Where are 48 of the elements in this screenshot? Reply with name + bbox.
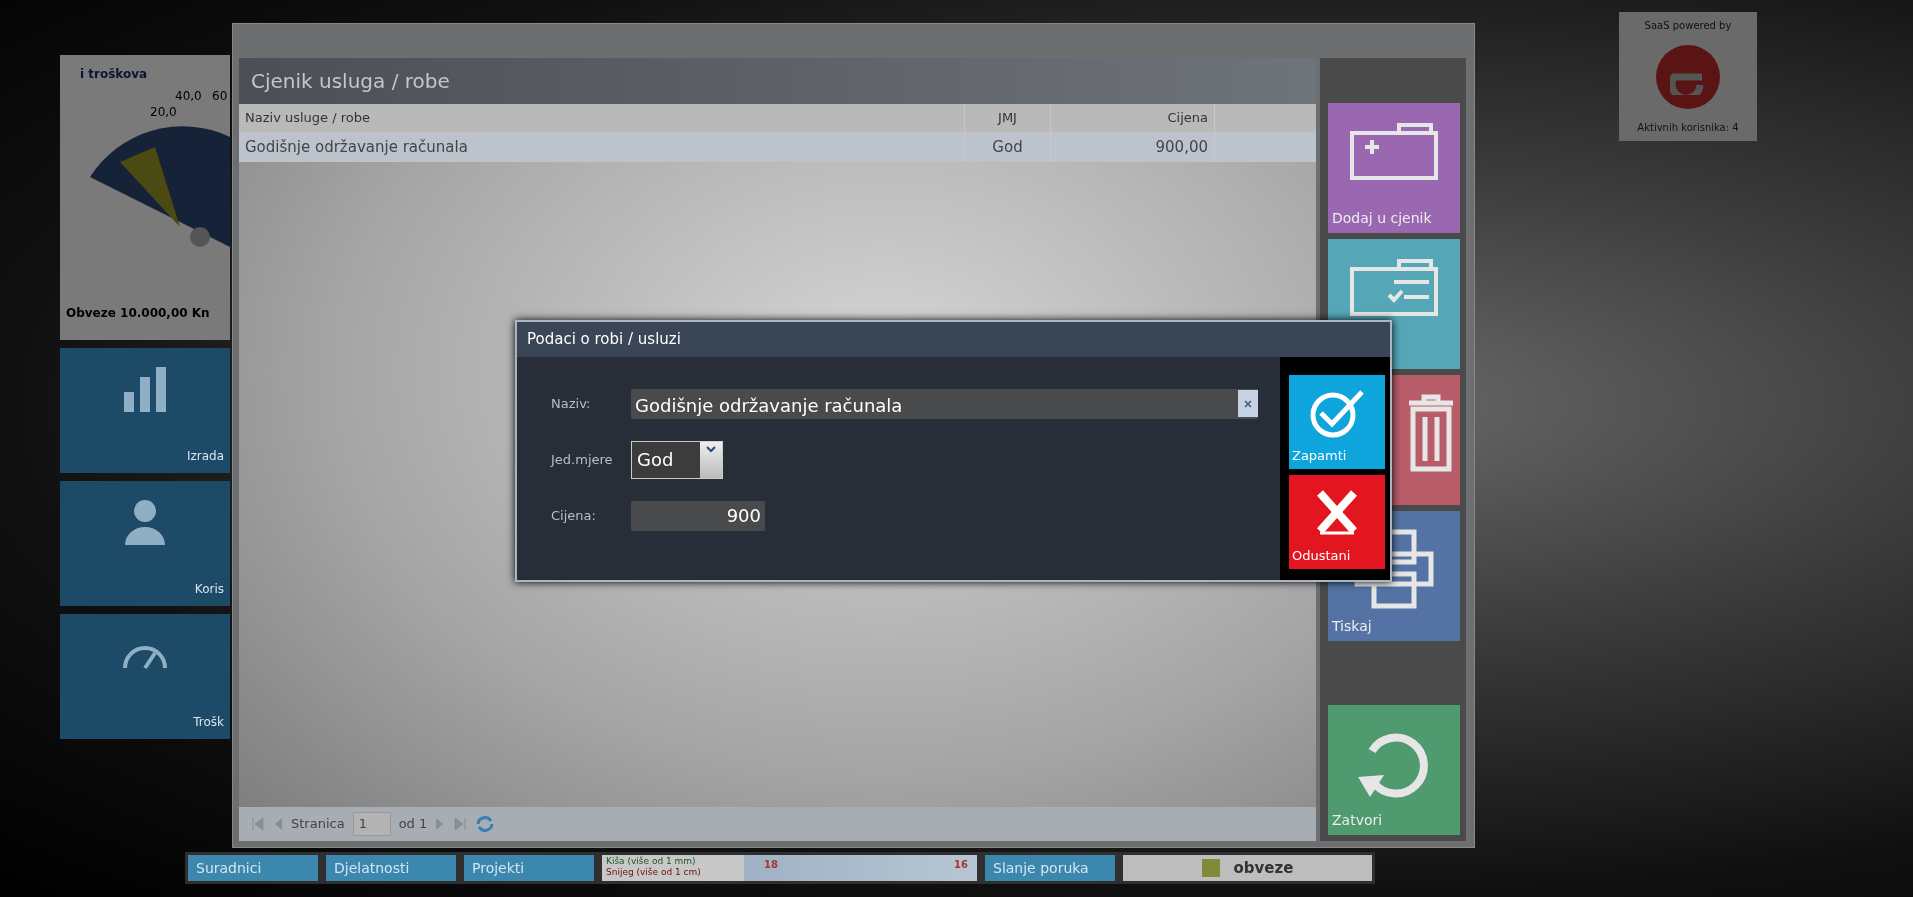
gauge-tick-label: 20,0: [150, 104, 177, 121]
trash-icon: [1406, 393, 1456, 473]
column-header: JMJ: [965, 104, 1051, 132]
legend-label: obveze: [1233, 857, 1294, 879]
table-row[interactable]: Godišnje održavanje računala God 900,00: [239, 131, 1316, 162]
dashboard-tile[interactable]: Izrada: [60, 348, 230, 473]
previous-page-icon[interactable]: [273, 817, 283, 831]
page-number-field[interactable]: 1: [352, 812, 391, 836]
last-page-icon[interactable]: [453, 817, 468, 831]
side-tile-button[interactable]: Dodaj u cjenik: [1328, 103, 1460, 233]
weather-map[interactable]: 18 16: [744, 855, 977, 881]
weather-legend: Kiša (više od 1 mm) Snijeg (više od 1 cm): [602, 855, 744, 881]
gauge-tick-label: 40,0: [175, 88, 202, 105]
gauge-caption: Obveze 10.000,00 Kn: [66, 305, 210, 322]
caret-down-icon: [706, 445, 716, 453]
field-label: Naziv:: [551, 394, 592, 413]
taskbar-tile[interactable]: Djelatnosti: [326, 855, 456, 881]
dialog-title: Podaci o robi / usluzi: [517, 322, 1390, 357]
refresh-icon[interactable]: [475, 815, 496, 833]
dashboard-tile[interactable]: Trošk: [60, 614, 230, 739]
dashboard-tile[interactable]: Koris: [60, 481, 230, 606]
powered-by-text: SaaS powered by: [1644, 19, 1732, 33]
column-header: Cijena: [1051, 104, 1215, 132]
price-input-field[interactable]: 900: [631, 500, 765, 531]
column-header: Naziv usluge / robe: [239, 104, 965, 132]
chart-title: i troškova: [80, 66, 148, 83]
page-label: Stranica: [291, 815, 345, 834]
field-label: Jed.mjere: [551, 450, 614, 469]
folder-checklist-icon: [1349, 257, 1439, 317]
unit-select[interactable]: God: [631, 440, 723, 479]
page-count: od 1: [398, 815, 428, 834]
save-button[interactable]: Zapamti: [1289, 374, 1385, 469]
side-tile-button[interactable]: Zatvori: [1328, 705, 1460, 835]
legend-swatch: [1201, 859, 1220, 877]
clear-button[interactable]: [1238, 390, 1258, 417]
cancel-button[interactable]: Odustani: [1289, 474, 1385, 569]
name-input-field[interactable]: Godišnje održavanje računala: [631, 388, 1258, 419]
folder-plus-icon: [1349, 121, 1439, 181]
first-page-icon[interactable]: [251, 817, 265, 831]
window-title: Cjenik usluga / robe: [239, 58, 1316, 104]
taskbar-tile[interactable]: Projekti: [464, 855, 594, 881]
close-icon: [1244, 399, 1252, 408]
taskbar-tile[interactable]: Suradnici: [188, 855, 318, 881]
active-users-text: Aktivnih korisnika: 4: [1637, 121, 1739, 135]
field-label: Cijena:: [551, 506, 597, 525]
gauge-tick-label: 60: [212, 88, 228, 105]
x-icon: [1314, 488, 1360, 535]
taskbar-tile[interactable]: Slanje poruka: [985, 855, 1115, 881]
